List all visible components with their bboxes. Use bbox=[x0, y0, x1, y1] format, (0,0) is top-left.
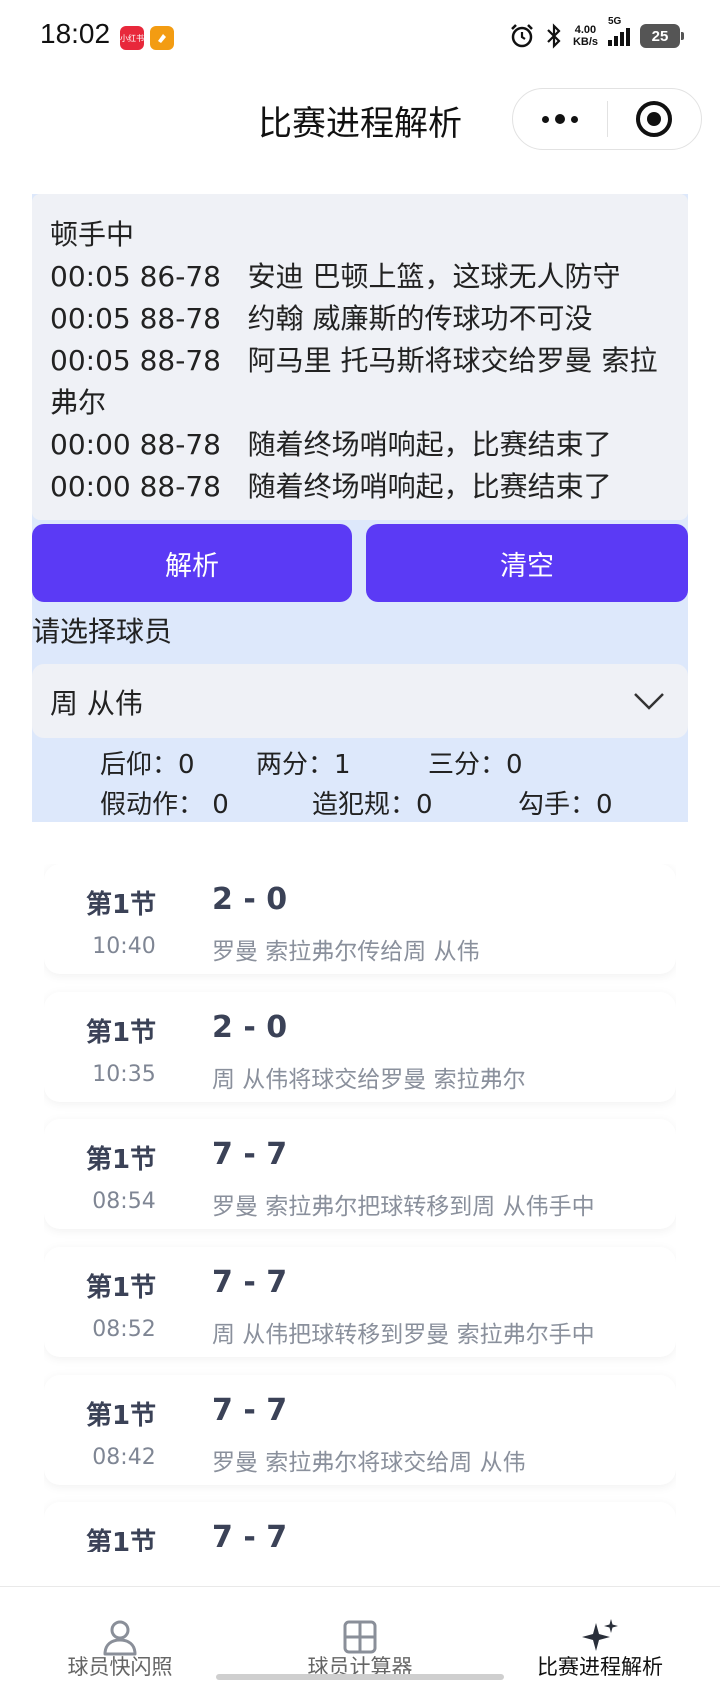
log-line: 00:05 86-78 安迪 巴顿上篮，这球无人防守 bbox=[50, 260, 621, 293]
tab-game-analysis[interactable]: 比赛进程解析 bbox=[480, 1587, 720, 1688]
event-time: 08:54 bbox=[92, 1189, 156, 1214]
event-card[interactable]: 第1节 08:54 7 - 7 罗曼 索拉弗尔把球转移到周 从伟手中 bbox=[44, 1119, 676, 1229]
event-description: 周 从伟把球转移到罗曼 索拉弗尔手中 bbox=[212, 1322, 595, 1348]
battery-level: 25 bbox=[651, 27, 669, 45]
event-time: 08:42 bbox=[92, 1445, 156, 1470]
event-description: 周 从伟将球交给罗曼 索拉弗尔 bbox=[212, 1067, 526, 1093]
parse-button[interactable]: 解析 bbox=[32, 524, 352, 602]
stat-two-point: 两分：1 bbox=[256, 750, 351, 780]
tab-player-calculator[interactable]: 球员计算器 bbox=[240, 1587, 480, 1688]
stat-three-point: 三分：0 bbox=[428, 750, 523, 780]
tab-player-snapshot[interactable]: 球员快闪照 bbox=[0, 1587, 240, 1688]
status-bar: 18:02 小红书 4.00 KB/s 5G 25 bbox=[0, 0, 720, 72]
event-score: 7 - 7 bbox=[212, 1137, 288, 1172]
event-period: 第1节 bbox=[86, 890, 157, 920]
parse-panel: 顿手中 00:05 86-78 安迪 巴顿上篮，这球无人防守 00:05 88-… bbox=[32, 194, 688, 822]
bluetooth-icon bbox=[547, 23, 561, 49]
net-speed-value: 4.00 bbox=[574, 24, 597, 36]
event-card[interactable]: 第1节 7 - 7 bbox=[44, 1502, 676, 1552]
event-description: 罗曼 索拉弗尔把球转移到周 从伟手中 bbox=[212, 1194, 595, 1220]
log-line: 顿手中 bbox=[50, 218, 135, 251]
event-period: 第1节 bbox=[86, 1018, 157, 1048]
event-score: 2 - 0 bbox=[212, 1010, 288, 1045]
status-indicators: 4.00 KB/s 5G 25 bbox=[509, 16, 684, 52]
close-target-icon bbox=[636, 101, 673, 137]
player-select-label: 请选择球员 bbox=[32, 615, 173, 648]
event-time: 10:35 bbox=[92, 1062, 156, 1087]
event-card[interactable]: 第1节 10:35 2 - 0 周 从伟将球交给罗曼 索拉弗尔 bbox=[44, 992, 676, 1102]
player-select[interactable]: 周 从伟 bbox=[32, 664, 688, 738]
player-select-value: 周 从伟 bbox=[50, 687, 143, 720]
more-button[interactable] bbox=[513, 89, 607, 149]
log-line: 00:00 88-78 随着终场哨响起，比赛结束了 bbox=[50, 470, 612, 503]
event-period: 第1节 bbox=[86, 1401, 157, 1431]
mini-program-capsule bbox=[512, 88, 702, 150]
tab-label: 比赛进程解析 bbox=[537, 1655, 663, 1679]
event-score: 7 - 7 bbox=[212, 1520, 288, 1552]
log-line: 00:05 88-78 约翰 威廉斯的传球功不可没 bbox=[50, 302, 593, 335]
more-icon-dot bbox=[554, 114, 565, 124]
log-line: 00:05 88-78 阿马里 托马斯将球交给罗曼 索拉弗尔 bbox=[50, 344, 658, 419]
network-type: 5G bbox=[608, 16, 622, 27]
more-icon-dot bbox=[570, 115, 578, 123]
net-speed-unit: KB/s bbox=[572, 36, 598, 48]
event-period: 第1节 bbox=[86, 1145, 157, 1175]
notification-app-icon bbox=[150, 26, 174, 50]
stat-fake: 假动作： 0 bbox=[100, 790, 229, 820]
home-indicator bbox=[216, 1674, 504, 1680]
stat-fadeaway: 后仰：0 bbox=[100, 750, 195, 780]
tab-label: 球员快闪照 bbox=[67, 1655, 173, 1679]
battery-icon: 25 bbox=[640, 24, 684, 48]
event-list[interactable]: 第1节 10:40 2 - 0 罗曼 索拉弗尔传给周 从伟 第1节 10:35 … bbox=[44, 864, 676, 1552]
signal-icon: 5G bbox=[608, 16, 630, 46]
alarm-icon bbox=[511, 24, 533, 48]
event-description: 罗曼 索拉弗尔将球交给周 从伟 bbox=[212, 1450, 526, 1476]
status-time: 18:02 bbox=[40, 18, 111, 49]
event-period: 第1节 bbox=[86, 1528, 157, 1552]
event-card[interactable]: 第1节 08:42 7 - 7 罗曼 索拉弗尔将球交给周 从伟 bbox=[44, 1375, 676, 1485]
log-textarea[interactable]: 顿手中 00:05 86-78 安迪 巴顿上篮，这球无人防守 00:05 88-… bbox=[32, 194, 688, 520]
event-score: 2 - 0 bbox=[212, 882, 288, 917]
tab-bar: 球员快闪照 球员计算器 比赛进程解析 bbox=[0, 1586, 720, 1688]
event-card[interactable]: 第1节 10:40 2 - 0 罗曼 索拉弗尔传给周 从伟 bbox=[44, 864, 676, 974]
stat-foul-drawn: 造犯规：0 bbox=[312, 790, 433, 820]
event-time: 10:40 bbox=[92, 934, 156, 959]
event-period: 第1节 bbox=[86, 1273, 157, 1303]
log-line: 00:00 88-78 随着终场哨响起，比赛结束了 bbox=[50, 428, 612, 461]
close-button[interactable] bbox=[608, 89, 702, 149]
event-card[interactable]: 第1节 08:52 7 - 7 周 从伟把球转移到罗曼 索拉弗尔手中 bbox=[44, 1247, 676, 1357]
event-score: 7 - 7 bbox=[212, 1265, 288, 1300]
stat-hook: 勾手：0 bbox=[518, 790, 613, 820]
event-description: 罗曼 索拉弗尔传给周 从伟 bbox=[212, 939, 480, 965]
event-time: 08:52 bbox=[92, 1317, 156, 1342]
event-score: 7 - 7 bbox=[212, 1393, 288, 1428]
network-speed: 4.00 KB/s bbox=[573, 24, 598, 48]
more-icon bbox=[541, 115, 549, 123]
clear-button[interactable]: 清空 bbox=[366, 524, 688, 602]
chevron-down-icon bbox=[634, 693, 664, 710]
xiaohongshu-app-icon: 小红书 bbox=[120, 26, 144, 50]
